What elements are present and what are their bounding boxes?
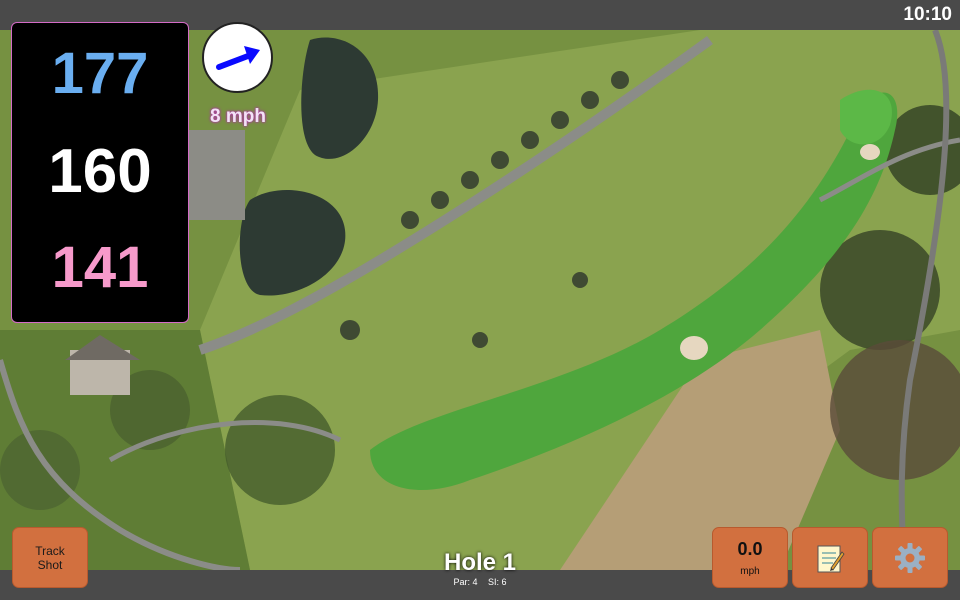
wind-indicator — [202, 22, 273, 93]
hole-title: Hole 1 — [443, 549, 517, 576]
gear-icon — [895, 542, 925, 573]
center-distance: 160 — [48, 137, 152, 206]
wind-speed: 8 mph — [210, 106, 266, 127]
track-shot-button[interactable]: Track Shot — [12, 527, 88, 588]
wind-arrow-icon — [216, 46, 260, 70]
back-distance: 177 — [51, 41, 149, 106]
settings-button[interactable] — [872, 527, 948, 588]
front-distance: 141 — [51, 235, 149, 300]
hole-par: Par: 4 — [453, 577, 478, 587]
track-shot-label-line2: Shot — [37, 557, 63, 572]
notes-button[interactable] — [792, 527, 868, 588]
speed-button[interactable]: 0.0 mph — [712, 527, 788, 588]
speed-value: 0.0 — [737, 538, 763, 559]
notepad-icon — [817, 545, 845, 572]
clock: 10:10 — [903, 4, 952, 25]
distance-panel: 177 160 141 — [11, 22, 189, 323]
hole-info: Par: 4 SI: 6 — [380, 577, 580, 587]
speed-unit: mph — [740, 565, 760, 577]
track-shot-label-line1: Track — [35, 543, 65, 558]
hole-stroke-index: SI: 6 — [488, 577, 507, 587]
